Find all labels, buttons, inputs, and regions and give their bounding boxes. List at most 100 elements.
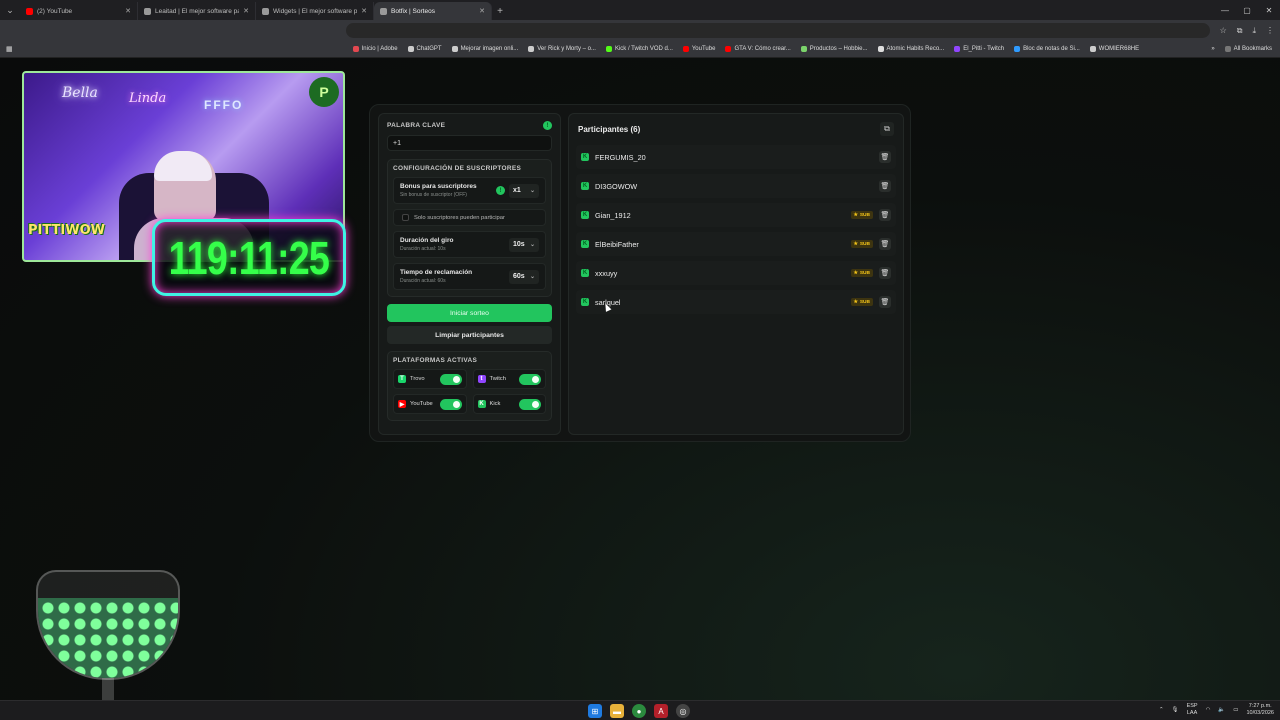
wifi-icon[interactable]: ◠: [1206, 707, 1211, 713]
trash-icon[interactable]: 🗑: [879, 180, 891, 192]
platform-name: Twitch: [489, 376, 506, 382]
copy-icon[interactable]: ⧉: [880, 122, 894, 136]
bookmark-item[interactable]: Mejorar imagen onli...: [451, 46, 518, 52]
bookmark-item[interactable]: Atomic Habits Reco...: [877, 46, 944, 52]
battery-icon[interactable]: ▭: [1233, 707, 1238, 713]
kick-icon: K: [581, 269, 589, 277]
youtube-icon: ▶: [398, 400, 406, 408]
bookmark-item[interactable]: Bloc de notas de Si...: [1014, 46, 1080, 52]
volume-icon[interactable]: 🔈: [1218, 707, 1225, 713]
bookmark-item[interactable]: ChatGPT: [407, 46, 442, 52]
trash-icon[interactable]: 🗑: [879, 238, 891, 250]
folder-icon: [1224, 46, 1231, 52]
trash-icon[interactable]: 🗑: [879, 267, 891, 279]
bonus-subtitle: Sin bonus de suscriptor (OFF): [400, 192, 467, 198]
bookmark-item[interactable]: Productos – Hobbie...: [800, 46, 868, 52]
star-icon: ★: [853, 270, 858, 276]
minimize-icon[interactable]: —: [1214, 0, 1236, 20]
subs-section-title: CONFIGURACIÓN DE SUSCRIPTORES: [393, 165, 522, 172]
bookmark-label: YouTube: [691, 46, 716, 52]
info-icon[interactable]: !: [543, 121, 552, 130]
active-platforms: PLATAFORMAS ACTIVAS T Trovo t Twitch ▶ YouTub…: [387, 351, 552, 421]
bookmark-item[interactable]: GTA V: Cómo crear...: [725, 46, 791, 52]
browser-tab[interactable]: Leaitad | El mejor software pa... ✕: [138, 2, 256, 20]
subathon-timer: 119:11:25: [152, 219, 346, 296]
sub-badge-label: SUB: [859, 299, 870, 305]
only-subs-checkbox[interactable]: [402, 214, 409, 221]
tab-close-icon[interactable]: ✕: [243, 7, 249, 15]
platform-trovo: T Trovo: [393, 369, 467, 389]
bookmark-item[interactable]: Kick / Twitch VOD d...: [605, 46, 673, 52]
menu-icon[interactable]: ⋮: [1266, 26, 1274, 36]
start-giveaway-button[interactable]: Iniciar sorteo: [387, 304, 552, 322]
bonus-info-icon[interactable]: !: [496, 186, 505, 195]
windows-start-icon[interactable]: ⊞: [588, 704, 602, 718]
bookmark-item[interactable]: YouTube: [682, 46, 716, 52]
close-window-icon[interactable]: ✕: [1258, 0, 1280, 20]
bookmark-item[interactable]: Ver Rick y Morty – o...: [528, 46, 596, 52]
chevron-down-icon: ⌄: [529, 274, 535, 280]
bookmark-label: Bloc de notas de Si...: [1023, 46, 1080, 52]
star-icon[interactable]: ☆: [1220, 26, 1227, 36]
language-indicator[interactable]: ESP LAA: [1187, 703, 1198, 717]
platform-toggle[interactable]: [519, 373, 541, 385]
browser-toolbar: ☆ ⧉ ⤓ ⋮: [0, 20, 1280, 41]
tab-close-icon[interactable]: ✕: [361, 7, 367, 15]
trovo-icon: T: [398, 375, 406, 383]
platform-toggle[interactable]: [519, 398, 541, 410]
bonus-select[interactable]: x1 ⌄: [509, 183, 539, 198]
chevron-down-icon: ⌄: [529, 242, 535, 248]
clock[interactable]: 7:27 p.m. 10/03/2026: [1246, 703, 1274, 717]
spin-select[interactable]: 10s ⌄: [509, 237, 539, 252]
browser-tab[interactable]: Widgets | El mejor software pa... ✕: [256, 2, 374, 20]
trash-icon[interactable]: 🗑: [879, 151, 891, 163]
kick-icon: K: [581, 211, 589, 219]
claim-select[interactable]: 60s ⌄: [509, 269, 539, 284]
spin-duration-setting: Duración del giro Duración actual: 10s 1…: [393, 231, 546, 258]
file-explorer-icon[interactable]: ▬: [610, 704, 624, 718]
trash-icon[interactable]: 🗑: [879, 296, 891, 308]
tab-search-icon[interactable]: ⌄: [0, 0, 20, 20]
all-bookmarks[interactable]: All Bookmarks: [1224, 46, 1272, 52]
address-bar[interactable]: [346, 23, 1210, 38]
keyword-input[interactable]: +1: [387, 135, 552, 151]
apps-grid-icon[interactable]: ▦: [6, 45, 13, 53]
acrobat-icon[interactable]: A: [654, 704, 668, 718]
trash-icon[interactable]: 🗑: [879, 209, 891, 221]
extensions-icon[interactable]: ⧉: [1237, 26, 1243, 36]
bookmark-item[interactable]: Inicio | Adobe: [352, 46, 398, 52]
browser-tab[interactable]: (2) YouTube ✕: [20, 2, 138, 20]
bookmarks-bar: ▦ Inicio | Adobe ChatGPT Mejorar imagen on…: [0, 41, 1280, 58]
platform-toggle[interactable]: [439, 373, 462, 385]
participant-row: K Gian_1912 ★ SUB 🗑: [576, 203, 896, 227]
browser-tab[interactable]: Botfix | Sorteos ✕: [374, 2, 492, 20]
taskbar-apps: ⊞ ▬ ● A ◎: [588, 704, 690, 718]
platform-name: Kick: [489, 401, 501, 407]
download-icon[interactable]: ⤓: [1252, 26, 1256, 36]
participant-row: K ElBeibiFather ★ SUB 🗑: [576, 232, 896, 256]
bookmark-item[interactable]: WOMIER68HE: [1089, 46, 1139, 52]
sub-badge-label: SUB: [859, 241, 870, 247]
app-icon[interactable]: ◎: [676, 704, 690, 718]
tab-close-icon[interactable]: ✕: [125, 7, 131, 15]
new-tab-button[interactable]: +: [492, 2, 508, 20]
bookmark-item[interactable]: El_Pitti - Twitch: [954, 46, 1004, 52]
participant-row: Ksarlquel ★ SUB 🗑: [576, 290, 896, 314]
bookmark-label: El_Pitti - Twitch: [963, 46, 1005, 52]
keyword-label: PALABRA CLAVE: [387, 122, 446, 129]
mic-icon[interactable]: 🎙: [1172, 707, 1179, 713]
lang-top: ESP: [1186, 703, 1198, 709]
bookmark-favicon-icon: [725, 46, 732, 52]
twitch-icon: t: [477, 375, 486, 383]
tray-chevron-icon[interactable]: ⌃: [1159, 707, 1164, 713]
maximize-icon[interactable]: ▢: [1236, 0, 1258, 20]
bookmark-favicon-icon: [1014, 46, 1021, 52]
chrome-icon[interactable]: ●: [632, 704, 646, 718]
tab-close-icon[interactable]: ✕: [479, 7, 485, 15]
kick-icon: K: [581, 240, 589, 248]
settings-column: PALABRA CLAVE ! +1 CONFIGURACIÓN DE SUSC…: [378, 113, 561, 435]
more-bookmarks-icon[interactable]: »: [1211, 46, 1214, 52]
platform-toggle[interactable]: [439, 398, 462, 410]
clear-participants-button[interactable]: Limpiar participantes: [387, 326, 552, 344]
only-subs-option[interactable]: Solo suscriptores pueden participar: [393, 209, 546, 226]
